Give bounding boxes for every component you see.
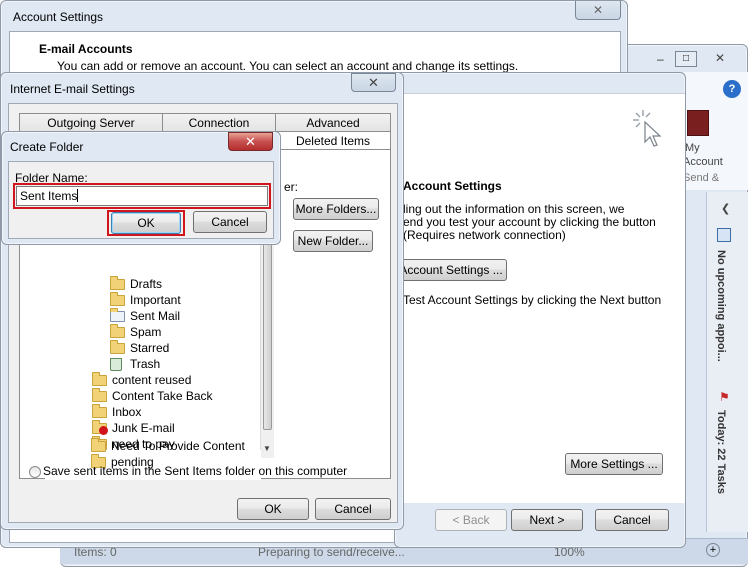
folder-icon: [110, 291, 125, 306]
tree-item-label: Spam: [130, 325, 162, 339]
folder-icon: [110, 275, 125, 290]
tree-item-label: Junk E-mail: [112, 421, 175, 435]
test-account-settings-button[interactable]: Account Settings ...: [395, 259, 507, 281]
folder-label-tail: er:: [284, 180, 299, 194]
back-button[interactable]: < Back: [435, 509, 507, 531]
tree-item-junk-email[interactable]: Junk E-mail: [92, 419, 175, 436]
tab-outgoing-server[interactable]: Outgoing Server: [19, 113, 163, 132]
wizard-line-2: end you test your account by clicking th…: [403, 215, 656, 229]
calendar-icon: [717, 228, 731, 242]
tree-item-label: content reused: [112, 373, 192, 387]
save-local-radio[interactable]: [29, 466, 41, 478]
create-folder-close-button[interactable]: ✕: [228, 132, 273, 151]
inbox-icon: [92, 403, 107, 418]
tree-item-label: Starred: [130, 341, 170, 355]
folder-icon: [110, 339, 125, 354]
minimize-icon[interactable]: –: [657, 52, 677, 68]
tree-item-label: Need To Provide Content: [111, 439, 245, 453]
scroll-down-icon[interactable]: ▼: [263, 444, 271, 453]
folder-icon: [92, 387, 107, 402]
tree-item-sent-mail[interactable]: Sent Mail: [110, 307, 181, 324]
tree-item-label: Inbox: [112, 405, 142, 419]
email-accounts-subtext: You can add or remove an account. You ca…: [57, 59, 519, 73]
restore-icon[interactable]: □: [675, 51, 697, 67]
tree-item-label: Sent Mail: [130, 309, 181, 323]
todo-appointments-text: No upcoming appoi...: [715, 250, 727, 362]
wizard-line-1: ling out the information on this screen,…: [403, 202, 625, 216]
next-button[interactable]: Next >: [511, 509, 583, 531]
create-folder-ok-button[interactable]: OK: [111, 212, 181, 234]
sent-folder-icon: [110, 307, 125, 322]
tree-item-inbox[interactable]: Inbox: [92, 403, 142, 420]
tree-item-label: Drafts: [130, 277, 163, 291]
more-folders-label: More Folders...: [295, 202, 377, 216]
tree-item-label: Important: [130, 293, 181, 307]
ribbon-send-label: Send &: [683, 172, 720, 184]
trash-icon: [110, 357, 122, 371]
more-settings-button[interactable]: More Settings ...: [565, 453, 663, 475]
internet-email-ok-button[interactable]: OK: [237, 498, 309, 520]
close-icon: ✕: [368, 74, 379, 90]
internet-email-title: Internet E-mail Settings: [10, 82, 135, 96]
tree-item-label: Content Take Back: [112, 389, 213, 403]
folder-name-highlight: Sent Items: [13, 183, 271, 209]
create-folder-cancel-button[interactable]: Cancel: [193, 211, 267, 233]
ribbon-area: ? My Account Send &: [682, 72, 748, 190]
create-folder-window: Create Folder ✕ Folder Name: Sent Items …: [1, 131, 281, 245]
folder-name-value: Sent Items: [20, 189, 78, 203]
todo-bar: ❮ No upcoming appoi... ⚑ Today: 22 Tasks: [706, 192, 748, 532]
create-folder-title: Create Folder: [10, 140, 84, 154]
account-settings-close-icon[interactable]: ✕: [575, 1, 621, 20]
tab-deleted-items[interactable]: Deleted Items: [275, 131, 391, 150]
flag-icon: ⚑: [719, 390, 730, 404]
folder-icon: [92, 371, 107, 386]
account-settings-title: Account Settings: [13, 10, 104, 24]
more-folders-button[interactable]: More Folders...: [293, 198, 379, 220]
tree-item-content-take-back[interactable]: Content Take Back: [92, 387, 213, 404]
scrollbar-thumb[interactable]: [263, 240, 272, 430]
new-folder-label: New Folder...: [297, 234, 369, 248]
folder-name-input[interactable]: Sent Items: [16, 186, 268, 206]
ribbon-account-label: Account: [683, 156, 723, 168]
add-account-window: Account Settings ling out the informatio…: [394, 72, 686, 548]
ribbon-my-label: My: [685, 142, 700, 154]
tab-connection[interactable]: Connection: [162, 113, 276, 132]
close-icon[interactable]: ✕: [709, 51, 731, 67]
tree-item-need-to-provide[interactable]: Need To Provide Content: [91, 437, 245, 454]
tree-item-content-reused[interactable]: content reused: [92, 371, 192, 388]
create-folder-face: Folder Name: Sent Items OK Cancel: [8, 161, 274, 239]
tree-item-important[interactable]: Important: [110, 291, 181, 308]
collapse-chevron-icon[interactable]: ❮: [721, 202, 730, 215]
tree-item-starred[interactable]: Starred: [110, 339, 170, 356]
new-folder-button[interactable]: New Folder...: [293, 230, 373, 252]
zoom-in-icon[interactable]: +: [706, 543, 720, 557]
todo-tasks-text: Today: 22 Tasks: [715, 410, 727, 494]
folder-icon: [91, 437, 106, 452]
tree-item-spam[interactable]: Spam: [110, 323, 162, 340]
test-on-next-label: Test Account Settings by clicking the Ne…: [403, 293, 662, 307]
tree-item-label: Trash: [130, 357, 161, 371]
help-icon[interactable]: ?: [723, 80, 741, 98]
internet-email-close-button[interactable]: ✕: [351, 73, 396, 92]
email-accounts-heading: E-mail Accounts: [39, 42, 133, 56]
folder-icon: [110, 323, 125, 338]
text-cursor: [77, 189, 79, 202]
wizard-cursor-icon: [631, 108, 667, 148]
account-settings-icon[interactable]: [687, 110, 709, 136]
tree-item-trash[interactable]: Trash: [110, 356, 160, 372]
tree-item-drafts[interactable]: Drafts: [110, 275, 163, 292]
internet-email-cancel-button[interactable]: Cancel: [315, 498, 391, 520]
close-icon: ✕: [245, 133, 256, 149]
wizard-line-3: (Requires network connection): [403, 228, 566, 242]
blocked-icon: [99, 425, 108, 435]
wizard-cancel-button[interactable]: Cancel: [595, 509, 669, 531]
tab-advanced[interactable]: Advanced: [275, 113, 391, 132]
junk-folder-icon: [92, 419, 108, 435]
ok-highlight: OK: [107, 210, 185, 236]
save-local-label: Save sent items in the Sent Items folder…: [43, 464, 348, 478]
wizard-section-title: Account Settings: [403, 179, 502, 193]
